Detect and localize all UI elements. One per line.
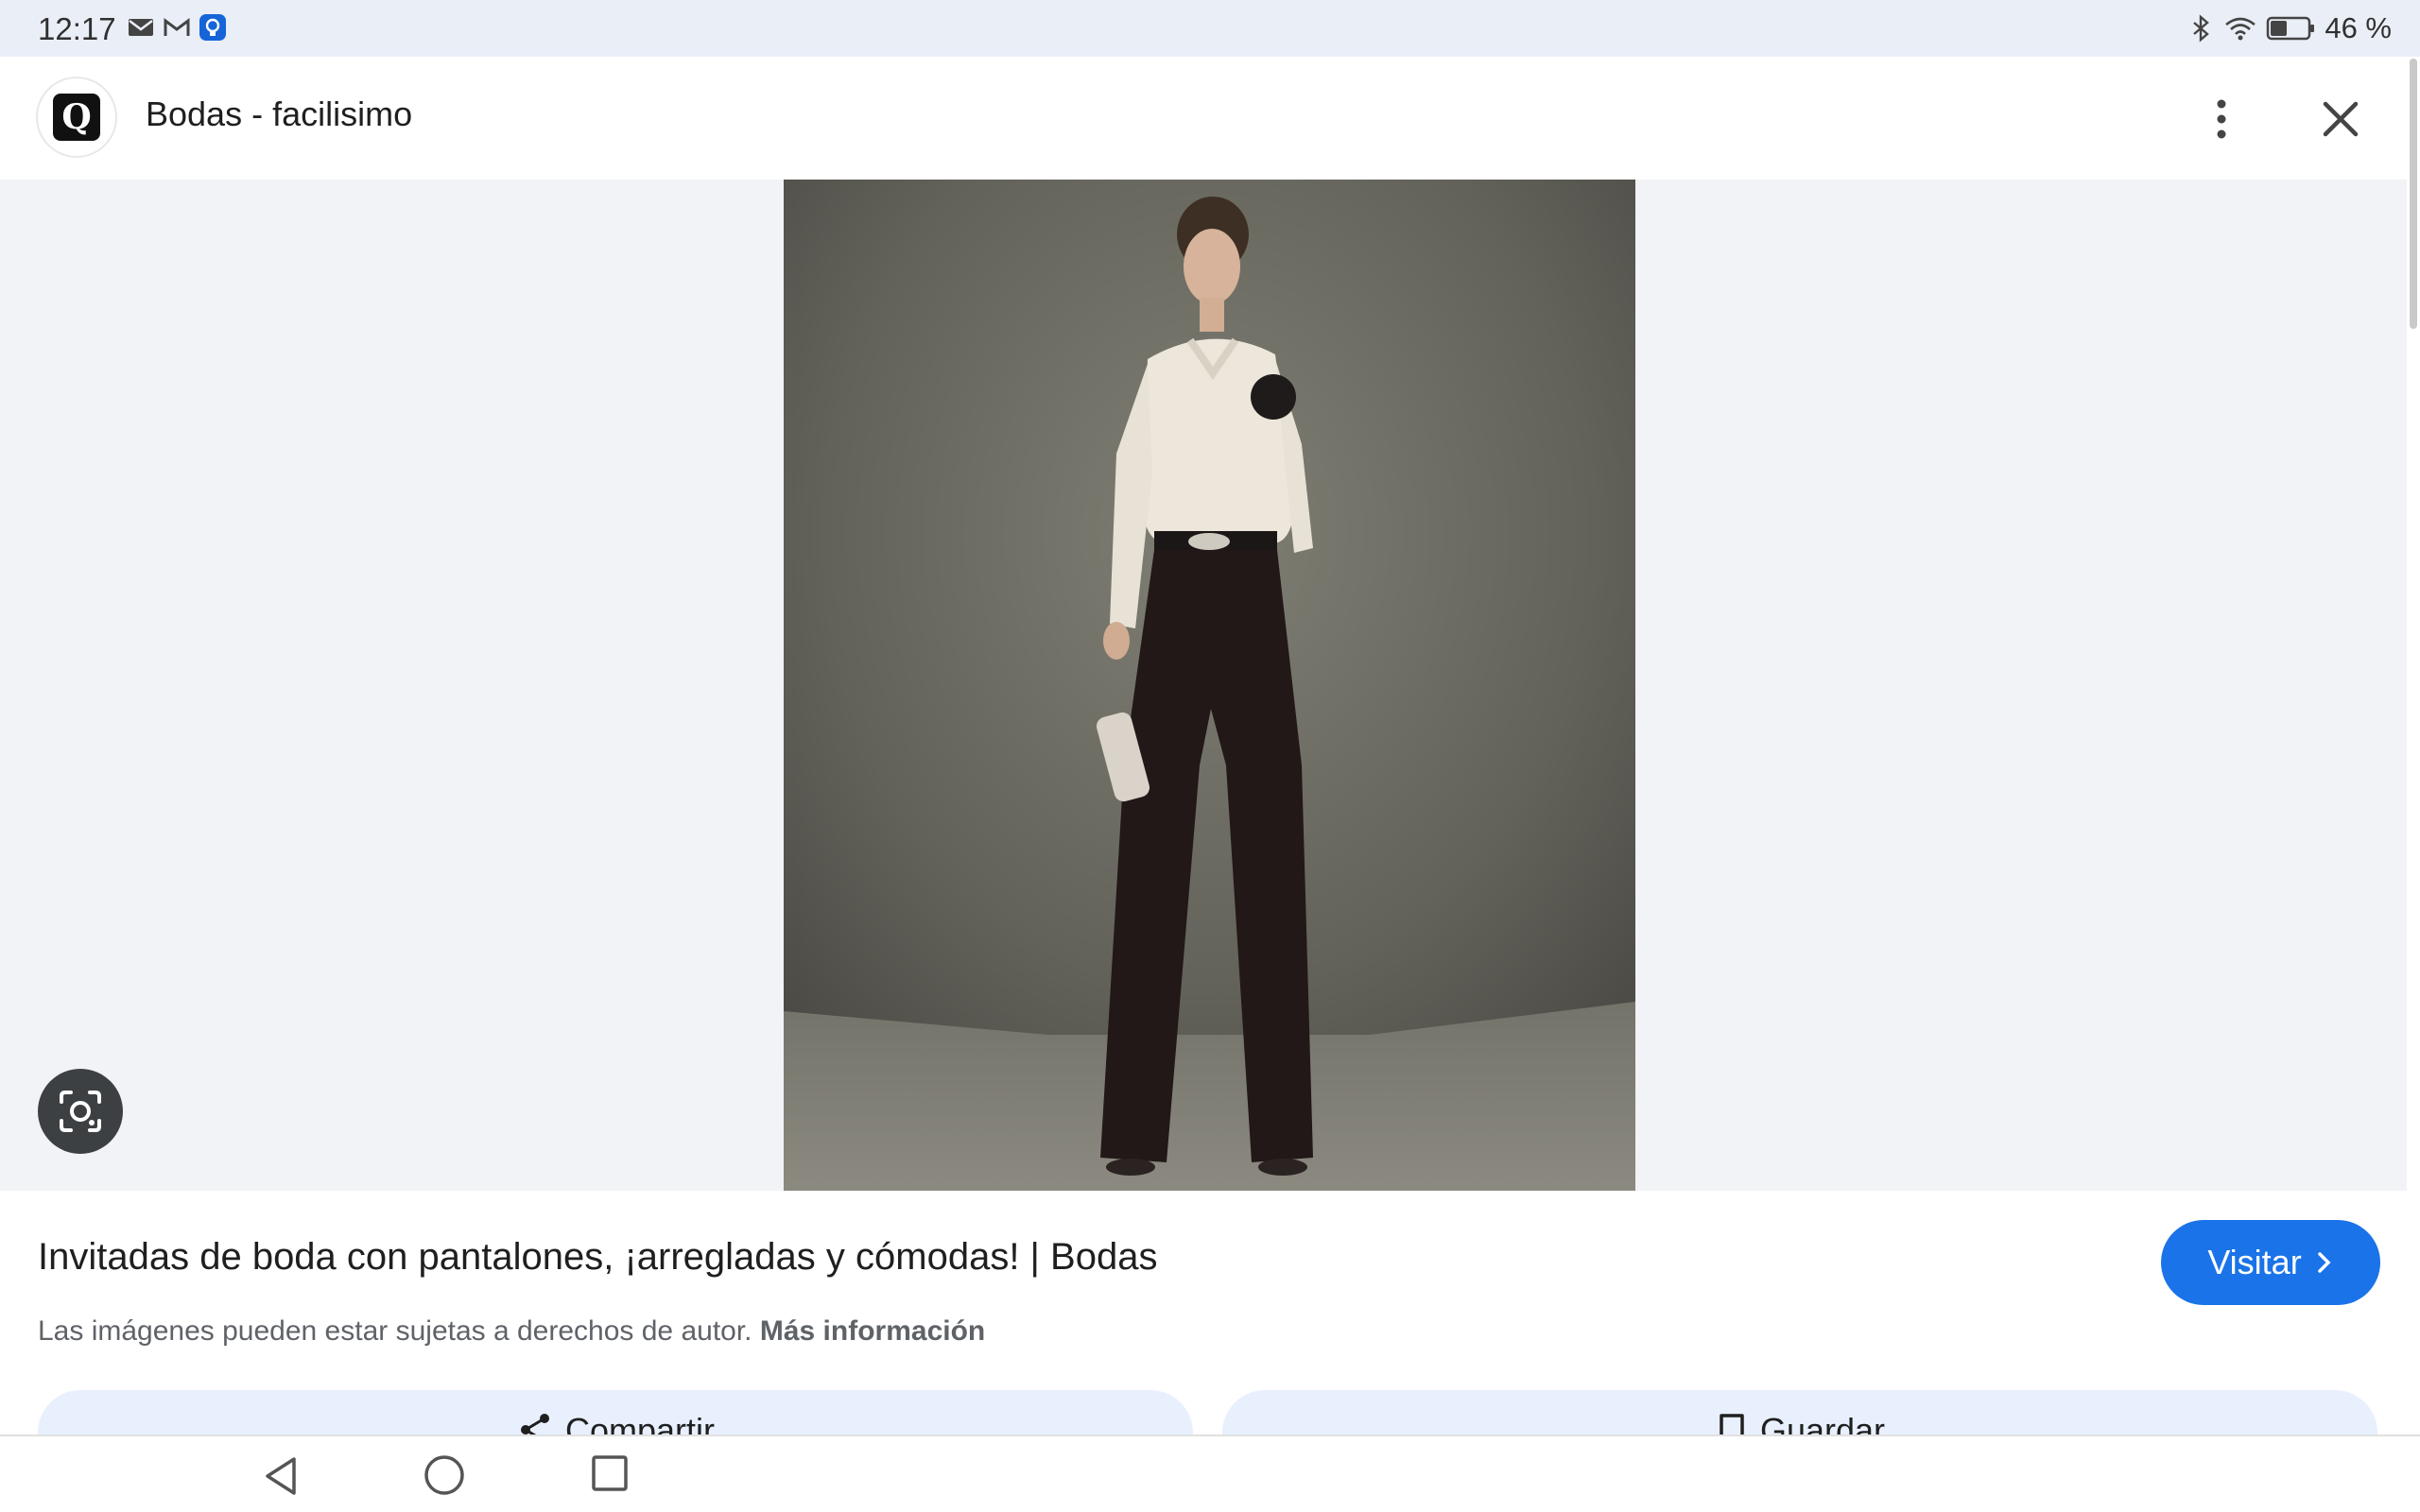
- battery-icon: [2267, 16, 2315, 41]
- chevron-right-icon: [2317, 1252, 2331, 1273]
- battery-percent: 46 %: [2325, 11, 2392, 44]
- result-title[interactable]: Invitadas de boda con pantalones, ¡arreg…: [38, 1236, 1157, 1279]
- scrollbar-thumb[interactable]: [2410, 59, 2417, 329]
- more-vert-icon[interactable]: [2203, 91, 2240, 147]
- gmail-icon: [164, 18, 190, 36]
- wifi-icon: [2225, 17, 2256, 41]
- save-label: Guardar: [1759, 1411, 1886, 1435]
- notification-icons: [127, 13, 227, 42]
- visit-button[interactable]: Visitar: [2161, 1220, 2380, 1305]
- share-button[interactable]: Compartir: [38, 1390, 1193, 1435]
- home-icon[interactable]: [423, 1453, 466, 1497]
- fashion-photo: [784, 180, 1635, 1191]
- save-button[interactable]: Guardar: [1222, 1390, 2377, 1435]
- preview-image[interactable]: [784, 180, 1635, 1191]
- bluetooth-icon: [2193, 14, 2210, 43]
- back-icon[interactable]: [260, 1453, 302, 1499]
- copyright-text: Las imágenes pueden estar sujetas a dere…: [38, 1315, 752, 1347]
- system-nav-bar: [0, 1435, 2420, 1512]
- share-icon: [520, 1414, 549, 1435]
- share-label: Compartir: [564, 1411, 716, 1435]
- bookmark-icon: [1720, 1414, 1744, 1435]
- copyright-notice: Las imágenes pueden estar sujetas a dere…: [38, 1315, 985, 1348]
- result-panel: Invitadas de boda con pantalones, ¡arreg…: [0, 1191, 2407, 1435]
- system-status: 46 %: [2187, 11, 2392, 45]
- recents-icon[interactable]: [590, 1453, 630, 1493]
- google-lens-icon: [60, 1091, 101, 1132]
- lens-search-button[interactable]: [38, 1069, 123, 1154]
- visit-label: Visitar: [2207, 1243, 2302, 1281]
- result-info: Invitadas de boda con pantalones, ¡arreg…: [0, 1191, 2407, 1435]
- site-favicon[interactable]: Q: [38, 78, 115, 156]
- site-title[interactable]: Bodas - facilisimo: [146, 94, 412, 134]
- status-time: 12:17: [38, 11, 116, 46]
- mail-icon: [129, 19, 153, 36]
- viewer-header: Q Bodas - facilisimo: [0, 57, 2407, 180]
- site-logo-mark: Q: [53, 94, 100, 141]
- image-viewer: [0, 180, 2407, 1191]
- close-icon[interactable]: [2312, 91, 2369, 147]
- status-bar: 12:17 46 %: [0, 0, 2420, 57]
- tips-icon: [199, 14, 226, 41]
- more-info-link[interactable]: Más información: [760, 1315, 985, 1347]
